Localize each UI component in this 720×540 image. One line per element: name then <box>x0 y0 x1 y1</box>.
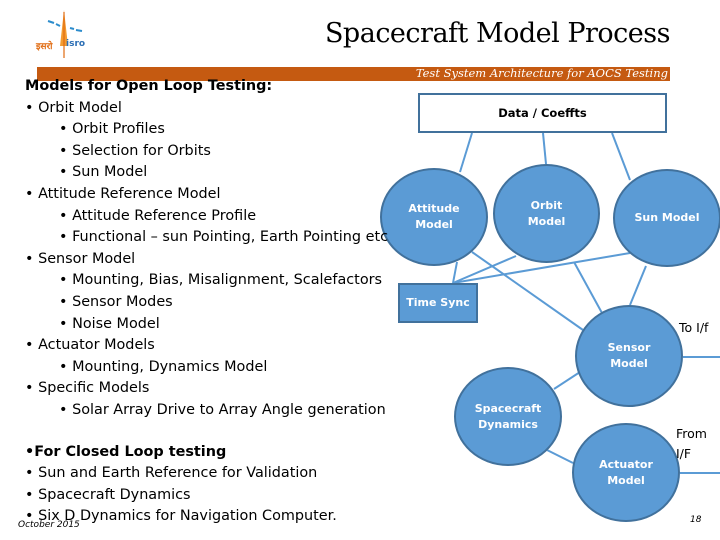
from-interface-label: From I/F <box>676 424 707 464</box>
connector-orbit-timesync <box>452 255 517 284</box>
sub-list-item: • Sensor Modes <box>59 293 173 310</box>
spacecraft-dynamics-node: Spacecraft Dynamics <box>454 367 562 466</box>
time-sync-node: Time Sync <box>398 283 478 323</box>
sub-list-item: • Selection for Orbits <box>59 142 211 159</box>
orbit-label-line2: Model <box>527 214 566 228</box>
from-if-line2: I/F <box>676 446 692 461</box>
actuator-label-line1: Actuator <box>599 457 653 471</box>
page-number: 18 <box>690 515 702 525</box>
time-sync-label: Time Sync <box>406 296 470 309</box>
banner-text: Test System Architecture for AOCS Testin… <box>415 66 668 80</box>
sun-model-node: Sun Model <box>613 169 720 267</box>
connector-attitude-sensor <box>471 251 584 331</box>
logo-latin-text: isro <box>66 39 86 49</box>
connector-data-sun <box>611 132 631 181</box>
logo-hindi-text: इसरो <box>36 42 53 52</box>
dynamics-label-line2: Dynamics <box>478 417 538 431</box>
connector-attitude-timesync <box>452 261 458 284</box>
connector-orbit-sensor <box>573 261 603 314</box>
page-title: Spacecraft Model Process <box>324 18 671 49</box>
sub-list-item: • Attitude Reference Profile <box>59 207 257 224</box>
list-item: • Orbit Model <box>25 99 122 116</box>
dynamics-label-line1: Spacecraft <box>474 401 542 415</box>
isro-logo-icon: इसरो isro <box>34 6 94 62</box>
to-interface-label: To I/f <box>679 320 709 335</box>
sensor-label-line1: Sensor <box>607 341 651 354</box>
sun-label: Sun Model <box>634 211 700 224</box>
data-coeffts-box: Data / Coeffts <box>418 93 667 133</box>
connector-dynamics-actuator <box>546 449 574 464</box>
sensor-model-node: Sensor Model <box>575 305 683 407</box>
connector-sun-sensor <box>629 265 647 306</box>
connector-data-orbit <box>542 132 547 165</box>
open-loop-models-list: Models for Open Loop Testing: • Orbit Mo… <box>25 76 388 422</box>
connector-sensor-dynamics <box>553 371 581 390</box>
orbit-model-node: Orbit Model <box>493 164 600 263</box>
open-loop-heading: Models for Open Loop Testing: <box>25 78 273 94</box>
closed-loop-heading: •For Closed Loop testing <box>25 444 227 460</box>
attitude-model-node: Attitude Model <box>380 168 488 266</box>
sub-list-item: • Sun Model <box>59 164 148 181</box>
sub-list-item: • Mounting, Dynamics Model <box>59 358 268 375</box>
connector-data-attitude <box>459 132 473 173</box>
footer-date: October 2015 <box>18 520 80 530</box>
sub-list-item: • Solar Array Drive to Array Angle gener… <box>59 401 386 418</box>
data-coeffts-label: Data / Coeffts <box>498 106 587 120</box>
closed-loop-item: • Sun and Earth Reference for Validation <box>25 465 318 482</box>
list-item: • Sensor Model <box>25 250 136 267</box>
attitude-label-line2: Model <box>415 218 453 231</box>
list-item: • Actuator Models <box>25 337 155 354</box>
actuator-label-line2: Model <box>607 473 645 487</box>
attitude-label-line1: Attitude <box>408 202 460 215</box>
closed-loop-item: • Spacecraft Dynamics <box>25 486 191 503</box>
list-item: • Attitude Reference Model <box>25 185 221 202</box>
sensor-label-line2: Model <box>610 357 648 370</box>
sub-list-item: • Orbit Profiles <box>59 121 165 138</box>
sub-list-item: • Functional – sun Pointing, Earth Point… <box>59 229 389 246</box>
sub-list-item: • Noise Model <box>59 315 160 332</box>
orbit-label-line1: Orbit <box>530 198 563 212</box>
closed-loop-list: •For Closed Loop testing • Sun and Earth… <box>25 442 337 528</box>
actuator-model-node: Actuator Model <box>572 423 680 522</box>
sub-list-item: • Mounting, Bias, Misalignment, Scalefac… <box>59 272 383 289</box>
from-if-line1: From <box>676 426 707 441</box>
list-item: • Specific Models <box>25 380 150 397</box>
